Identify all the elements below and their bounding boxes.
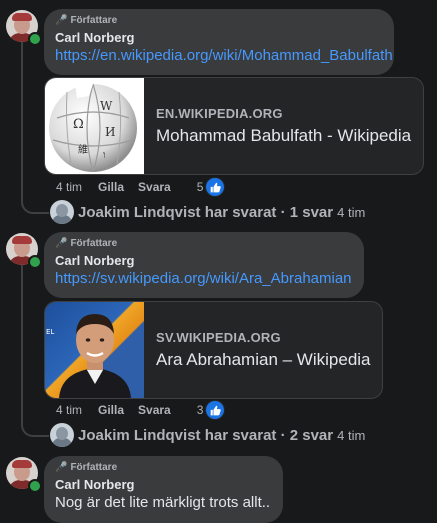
online-status-dot — [28, 255, 42, 269]
comment-author[interactable]: Carl Norberg — [55, 253, 353, 269]
author-badge-label: Författare — [70, 462, 118, 473]
replies-summary[interactable]: Joakim Lindqvist har svarat · 2 svar 4 t… — [50, 423, 365, 447]
thread-line — [21, 264, 23, 423]
replies-summary-time: 4 tim — [337, 427, 366, 443]
microphone-icon: 🎤 — [55, 238, 68, 249]
replies-summary-text[interactable]: Joakim Lindqvist har svarat · 1 svar — [78, 204, 333, 221]
thread-curve — [21, 200, 49, 214]
comment-author[interactable]: Carl Norberg — [55, 477, 272, 493]
link-title[interactable]: Ara Abrahamian – Wikipedia — [156, 350, 371, 370]
avatar — [50, 200, 74, 224]
person-photo-icon: EL — [45, 302, 144, 398]
reply-button[interactable]: Svara — [138, 403, 171, 417]
link-title[interactable]: Mohammad Babulfath - Wikipedia — [156, 126, 411, 146]
link-domain: SV.WIKIPEDIA.ORG — [156, 330, 281, 345]
svg-text:ו: ו — [103, 150, 106, 161]
svg-text:Ω: Ω — [73, 117, 84, 132]
comment-link[interactable]: https://sv.wikipedia.org/wiki/Ara_Abraha… — [55, 269, 353, 289]
reply-button[interactable]: Svara — [138, 180, 171, 194]
comment-time[interactable]: 4 tim — [56, 180, 98, 194]
like-button[interactable]: Gilla — [98, 180, 124, 194]
replies-summary-time: 4 tim — [337, 204, 366, 220]
link-preview-card[interactable]: EL SV.WIKIPEDIA.ORG Ara Abrahamian – Wik… — [44, 301, 383, 399]
thread-line — [21, 40, 23, 200]
svg-text:維: 維 — [78, 143, 88, 156]
comment-bubble: 🎤 Författare Carl Norberg https://en.wik… — [44, 9, 394, 75]
author-badge: 🎤 Författare — [55, 15, 383, 27]
comment-bubble: 🎤 Författare Carl Norberg https://sv.wik… — [44, 232, 364, 298]
microphone-icon: 🎤 — [55, 462, 68, 473]
replies-summary[interactable]: Joakim Lindqvist har svarat · 1 svar 4 t… — [50, 200, 365, 224]
author-badge: 🎤 Författare — [55, 462, 272, 474]
comment-actions: 4 tim Gilla Svara 5 — [56, 177, 226, 197]
link-domain: EN.WIKIPEDIA.ORG — [156, 106, 283, 121]
svg-text:EL: EL — [46, 328, 54, 336]
reaction-summary[interactable]: 3 — [197, 400, 226, 420]
online-status-dot — [28, 479, 42, 493]
avatar — [50, 423, 74, 447]
replies-summary-text[interactable]: Joakim Lindqvist har svarat · 2 svar — [78, 427, 333, 444]
comment-author[interactable]: Carl Norberg — [55, 30, 383, 46]
online-status-dot — [28, 32, 42, 46]
thumbs-up-icon — [205, 400, 226, 420]
svg-text:И: И — [105, 125, 115, 139]
reaction-count: 3 — [196, 403, 204, 417]
comment-text: Nog är det lite märkligt trots allt.. — [55, 494, 271, 511]
thumbs-up-icon — [205, 177, 226, 197]
author-badge: 🎤 Författare — [55, 238, 353, 250]
microphone-icon: 🎤 — [55, 15, 68, 26]
reaction-count: 5 — [196, 180, 204, 194]
link-preview-card[interactable]: Ω W И 維 ו EN.WIKIPEDIA.ORG Mohammad Babu… — [44, 77, 424, 175]
wikipedia-globe-logo-icon: Ω W И 維 ו — [45, 78, 144, 174]
reaction-summary[interactable]: 5 — [197, 177, 226, 197]
comment-bubble: 🎤 Författare Carl Norberg Nog är det lit… — [44, 456, 283, 523]
author-badge-label: Författare — [70, 238, 118, 249]
like-button[interactable]: Gilla — [98, 403, 124, 417]
author-badge-label: Författare — [70, 15, 118, 26]
thread-curve — [21, 423, 49, 437]
comment-time[interactable]: 4 tim — [56, 403, 98, 417]
comment-actions: 4 tim Gilla Svara 3 — [56, 400, 226, 420]
comment-link[interactable]: https://en.wikipedia.org/wiki/Mohammad_B… — [55, 46, 393, 66]
svg-text:W: W — [100, 99, 113, 113]
